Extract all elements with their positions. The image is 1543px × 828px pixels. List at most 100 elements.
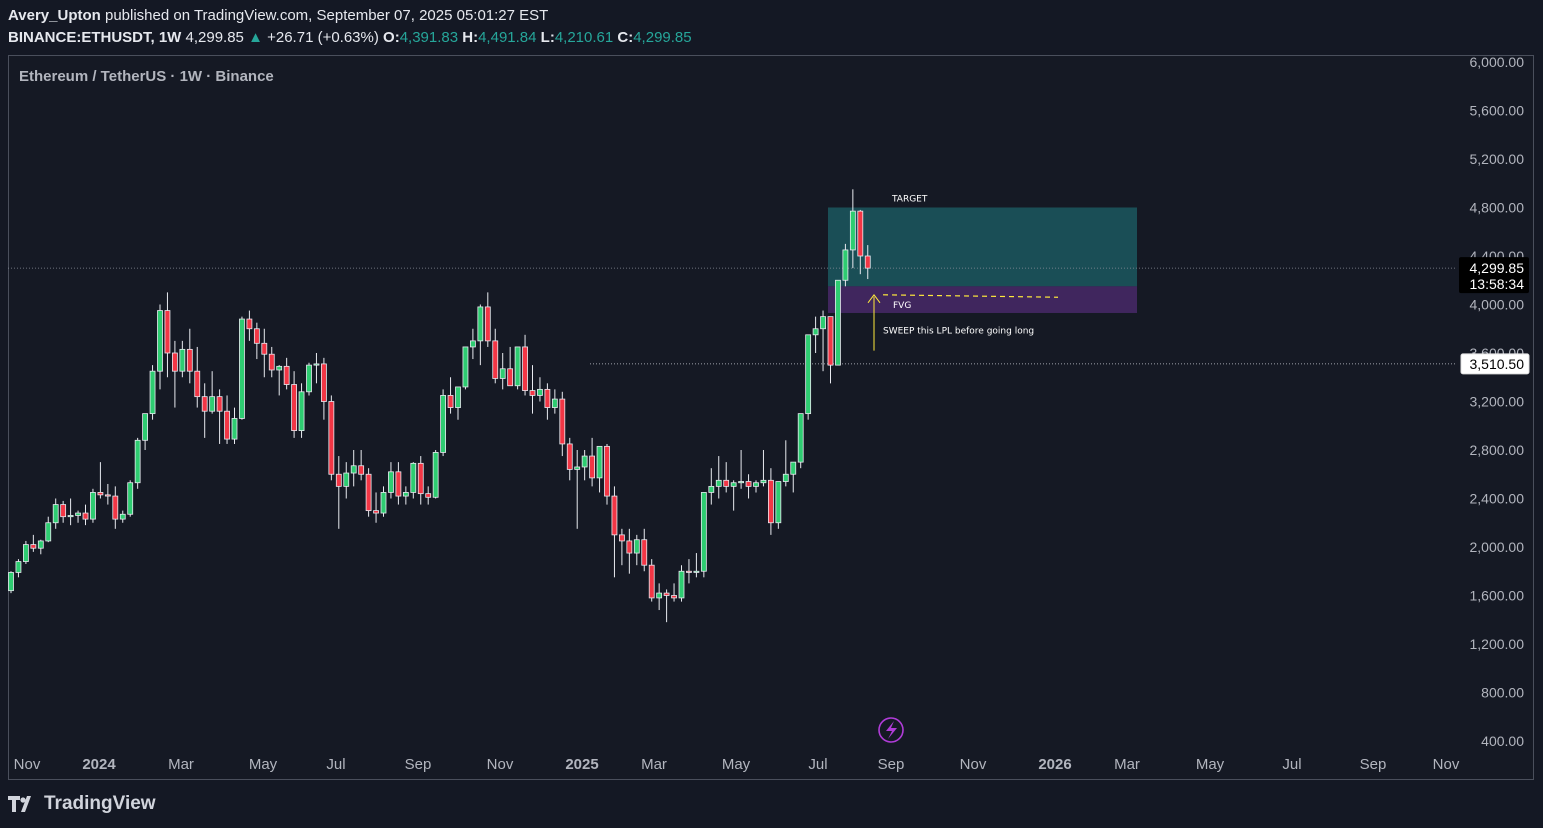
candle-body xyxy=(797,413,804,463)
bull-candle xyxy=(537,377,543,402)
bear-candle xyxy=(611,486,618,578)
candle-body xyxy=(805,334,812,415)
candle-body xyxy=(827,316,834,366)
bear-candle xyxy=(641,528,648,572)
candle-body xyxy=(604,445,610,497)
bull-candle xyxy=(157,304,163,390)
lightning-icon[interactable] xyxy=(878,717,904,743)
triangle-up-icon: ▲ xyxy=(248,29,263,46)
x-tick-label: Sep xyxy=(878,756,905,773)
bull-candle xyxy=(440,389,447,457)
symbol-label[interactable]: BINANCE:ETHUSDT, 1W xyxy=(8,29,181,46)
candle-body xyxy=(700,492,707,572)
candle-body xyxy=(157,310,163,372)
bull-candle xyxy=(797,413,804,469)
high-value: 4,491.84 xyxy=(478,29,537,46)
bear-candle xyxy=(365,468,372,517)
bull-candle xyxy=(402,486,409,505)
x-tick-label: Mar xyxy=(641,756,667,773)
bear-candle xyxy=(328,395,335,481)
bull-candle xyxy=(15,559,22,578)
bull-candle xyxy=(239,316,245,420)
candle-body xyxy=(648,564,655,599)
publish-text: published on TradingView.com, September … xyxy=(104,7,549,24)
bear-candle xyxy=(604,443,610,505)
y-tick-label: 1,600.00 xyxy=(1470,588,1525,604)
bull-candle xyxy=(432,450,439,499)
x-tick-label: May xyxy=(1196,756,1225,773)
target-zone[interactable] xyxy=(828,207,1137,287)
bull-candle xyxy=(134,437,141,489)
candle-body xyxy=(373,510,379,514)
x-tick-label: Mar xyxy=(168,756,194,773)
bull-candle xyxy=(75,510,81,523)
bull-candle xyxy=(760,450,767,487)
candle-body xyxy=(194,370,201,398)
candle-body xyxy=(119,513,126,520)
candle-body xyxy=(790,461,797,475)
candle-body xyxy=(268,353,275,371)
candle-body xyxy=(15,561,22,573)
fvg-label[interactable]: FVG xyxy=(893,301,911,311)
bull-candle xyxy=(45,516,52,543)
bear-candle xyxy=(291,371,298,438)
open-value: 4,391.83 xyxy=(399,29,459,46)
candle-body xyxy=(581,455,588,468)
author-name[interactable]: Avery_Upton xyxy=(8,7,101,24)
candle-body xyxy=(8,572,14,592)
candle-body xyxy=(768,479,774,524)
bull-candle xyxy=(462,346,469,390)
bull-candle xyxy=(343,462,350,499)
candle-body xyxy=(417,462,424,495)
bull-candle xyxy=(149,365,156,420)
bear-candle xyxy=(194,346,201,408)
candle-body xyxy=(328,401,335,475)
candle-body xyxy=(52,504,59,524)
candle-body xyxy=(686,570,692,573)
bear-candle xyxy=(30,534,37,552)
bull-candle xyxy=(581,450,588,481)
chart-legend[interactable]: Ethereum / TetherUS · 1W · Binance xyxy=(19,68,274,85)
sweep-note[interactable]: SWEEP this LPL before going long xyxy=(883,327,1034,337)
bull-candle xyxy=(127,480,134,517)
candle-body xyxy=(864,255,871,269)
bear-candle xyxy=(104,483,111,505)
bear-candle xyxy=(626,528,633,574)
candle-body xyxy=(231,418,238,440)
candle-body xyxy=(693,570,700,573)
candle-body xyxy=(596,445,603,479)
bull-candle xyxy=(350,450,357,487)
candle-body xyxy=(335,473,342,487)
bear-candle xyxy=(320,357,327,420)
target-label[interactable]: TARGET xyxy=(891,194,928,204)
brand[interactable]: TradingView xyxy=(8,793,156,815)
bull-candle xyxy=(678,565,685,602)
price-chart[interactable]: TARGET FVG SWEEP this LPL before going lon… xyxy=(8,55,1534,780)
close-value: 4,299.85 xyxy=(633,29,692,46)
countdown-label: 13:58:34 xyxy=(1470,276,1525,292)
candle-body xyxy=(253,328,260,344)
candle-body xyxy=(410,462,417,493)
x-tick-label: May xyxy=(722,756,751,773)
candle-body xyxy=(104,494,111,497)
y-tick-label: 1,200.00 xyxy=(1470,636,1525,652)
candle-body xyxy=(730,482,737,487)
bull-candle xyxy=(693,553,700,578)
x-tick-label: Nov xyxy=(14,756,41,773)
bear-candle xyxy=(522,334,528,396)
x-tick-label: 2026 xyxy=(1038,756,1071,773)
bull-candle xyxy=(306,362,312,396)
candle-body xyxy=(738,481,744,484)
candle-body xyxy=(365,473,372,512)
bear-candle xyxy=(492,328,499,384)
candle-body xyxy=(358,465,365,475)
x-tick-label: Nov xyxy=(960,756,987,773)
candle-body xyxy=(30,544,37,549)
bull-candle xyxy=(775,481,782,529)
candle-body xyxy=(402,492,409,497)
bear-candle xyxy=(529,365,536,414)
candle-body xyxy=(455,386,461,408)
level-tag-value: 3,510.50 xyxy=(1470,356,1525,372)
bear-candle xyxy=(827,316,834,384)
bear-candle xyxy=(171,340,178,408)
